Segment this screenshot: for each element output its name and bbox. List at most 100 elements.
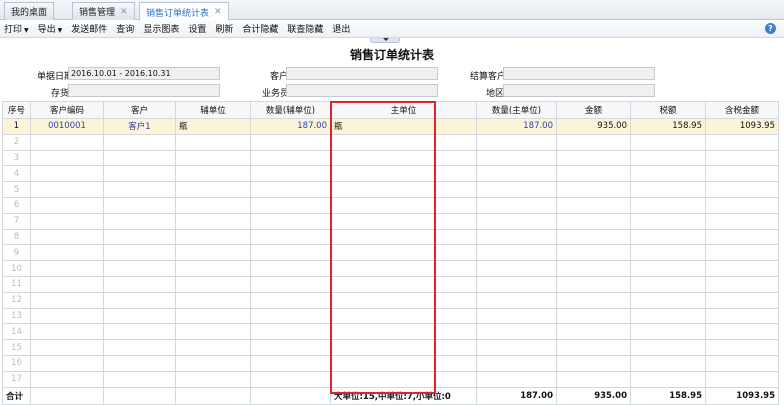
- empty-cell: [630, 323, 706, 341]
- column-header-index[interactable]: 序号: [2, 101, 31, 119]
- table-row[interactable]: 16: [2, 354, 779, 372]
- column-header-total-with-tax[interactable]: 含税金额: [705, 101, 779, 119]
- empty-cell: [103, 370, 176, 388]
- chevron-down-icon: ▼: [24, 27, 29, 34]
- table-row[interactable]: 17: [2, 370, 779, 388]
- column-header-main-qty[interactable]: 数量(主单位): [476, 101, 557, 119]
- empty-cell: [705, 260, 779, 277]
- empty-cell: [630, 228, 706, 246]
- column-header-customer-code[interactable]: 客户编码: [30, 101, 104, 119]
- empty-cell: [175, 323, 251, 341]
- refresh-button[interactable]: 刷新: [215, 22, 233, 35]
- print-label: 打印: [4, 25, 23, 35]
- totals-main-qty: 187.00: [476, 386, 557, 405]
- table-row[interactable]: 10: [2, 260, 779, 277]
- exit-button[interactable]: 退出: [332, 22, 350, 35]
- column-header-customer[interactable]: 客户: [103, 101, 176, 119]
- export-label: 导出: [37, 25, 56, 35]
- empty-cell: [330, 244, 477, 262]
- show-chart-button[interactable]: 显示图表: [143, 22, 179, 35]
- customer-cell[interactable]: 客户1: [103, 118, 176, 135]
- empty-cell: [476, 165, 557, 183]
- row-index: 5: [2, 181, 31, 198]
- table-row[interactable]: 12: [2, 291, 779, 309]
- customer-field[interactable]: [286, 67, 438, 80]
- column-header-aux-qty[interactable]: 数量(辅单位): [250, 101, 331, 119]
- column-header-main-unit[interactable]: 主单位: [330, 101, 477, 119]
- row-index: 13: [2, 307, 31, 325]
- table-row[interactable]: 2: [2, 133, 779, 151]
- export-button[interactable]: 导出 ▼: [38, 22, 63, 35]
- collapse-handle[interactable]: [370, 38, 400, 43]
- empty-cell: [330, 196, 477, 214]
- empty-cell: [476, 149, 557, 167]
- hide-links-button[interactable]: 联查隐藏: [287, 22, 323, 35]
- tab-sales-management[interactable]: 销售管理 ✕: [72, 2, 135, 20]
- column-header-tax[interactable]: 税额: [630, 101, 706, 119]
- close-icon[interactable]: ✕: [120, 7, 128, 17]
- close-icon[interactable]: ✕: [214, 7, 222, 17]
- query-button[interactable]: 查询: [116, 22, 134, 35]
- empty-cell: [30, 228, 104, 246]
- empty-cell: [330, 260, 477, 277]
- customer-code-cell[interactable]: 0010001: [30, 118, 104, 135]
- settle-customer-field[interactable]: [503, 67, 655, 80]
- tab-desktop[interactable]: 我的桌面: [4, 2, 55, 20]
- table-row[interactable]: 14: [2, 323, 779, 341]
- empty-cell: [103, 196, 176, 214]
- empty-cell: [250, 291, 331, 309]
- empty-cell: [175, 165, 251, 183]
- table-row[interactable]: 5: [2, 181, 779, 198]
- empty-cell: [705, 212, 779, 230]
- empty-cell: [705, 339, 779, 356]
- tab-sales-order-report[interactable]: 销售订单统计表 ✕: [139, 2, 229, 21]
- row-index: 3: [2, 149, 31, 167]
- aux-unit-cell: 瓶: [175, 118, 251, 135]
- empty-cell: [556, 196, 631, 214]
- table-row[interactable]: 6: [2, 196, 779, 214]
- row-index: 1: [2, 118, 31, 135]
- table-row[interactable]: 13: [2, 307, 779, 325]
- empty-cell: [556, 275, 631, 293]
- empty-cell: [175, 354, 251, 372]
- row-index: 12: [2, 291, 31, 309]
- tax-cell: 158.95: [630, 118, 706, 135]
- empty-cell: [556, 354, 631, 372]
- column-header-aux-unit[interactable]: 辅单位: [175, 101, 251, 119]
- empty-cell: [630, 244, 706, 262]
- empty-cell: [705, 370, 779, 388]
- column-header-amount[interactable]: 金额: [556, 101, 631, 119]
- empty-cell: [330, 323, 477, 341]
- empty-cell: [630, 339, 706, 356]
- empty-cell: [556, 165, 631, 183]
- totals-label: 合计: [2, 386, 31, 405]
- help-icon[interactable]: ?: [765, 23, 776, 34]
- empty-cell: [476, 291, 557, 309]
- salesman-field[interactable]: [286, 84, 438, 97]
- empty-cell: [103, 354, 176, 372]
- region-field[interactable]: [503, 84, 655, 97]
- empty-cell: [175, 275, 251, 293]
- stock-field[interactable]: [68, 84, 220, 97]
- empty-cell: [175, 307, 251, 325]
- empty-cell: [705, 228, 779, 246]
- send-email-button[interactable]: 发送邮件: [71, 22, 107, 35]
- table-row[interactable]: 1 0010001 客户1 瓶 187.00 瓶 187.00 935.00 1…: [2, 118, 779, 135]
- table-row[interactable]: 3: [2, 149, 779, 167]
- table-row[interactable]: 9: [2, 244, 779, 262]
- date-range-field[interactable]: 2016.10.01 - 2016.10.31: [68, 67, 220, 80]
- empty-cell: [330, 339, 477, 356]
- empty-cell: [250, 244, 331, 262]
- table-row[interactable]: 11: [2, 275, 779, 293]
- table-row[interactable]: 4: [2, 165, 779, 183]
- table-row[interactable]: 8: [2, 228, 779, 246]
- empty-cell: [175, 133, 251, 151]
- table-row[interactable]: 15: [2, 339, 779, 356]
- table-row[interactable]: 7: [2, 212, 779, 230]
- settings-button[interactable]: 设置: [188, 22, 206, 35]
- empty-cell: [103, 275, 176, 293]
- hide-totals-button[interactable]: 合计隐藏: [242, 22, 278, 35]
- report-table: 序号 客户编码 客户 辅单位 数量(辅单位) 主单位 数量(主单位) 金额 税额…: [2, 101, 779, 405]
- empty-cell: [30, 339, 104, 356]
- print-button[interactable]: 打印 ▼: [4, 22, 29, 35]
